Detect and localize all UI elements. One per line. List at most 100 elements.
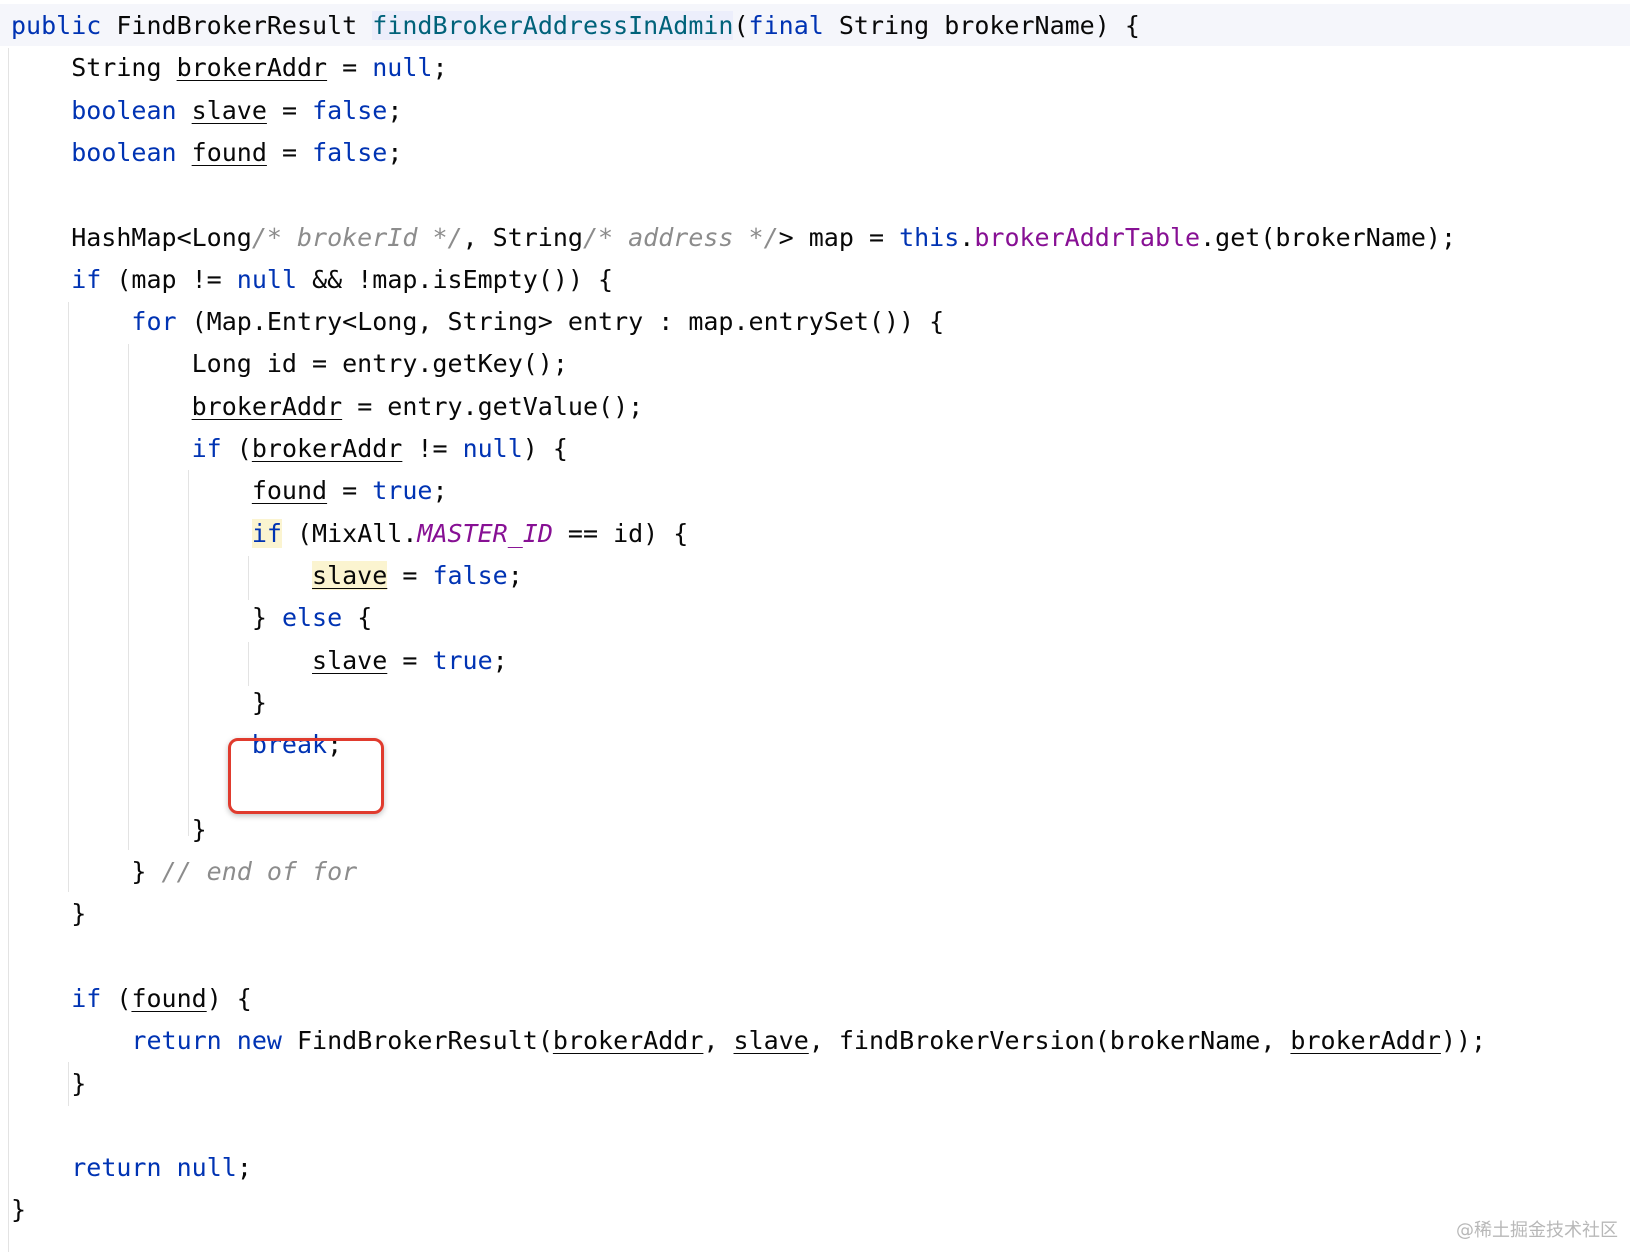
code-token: found — [191, 137, 267, 167]
code-token: } — [11, 603, 282, 633]
code-line[interactable]: brokerAddr = entry.getValue(); — [11, 385, 644, 429]
code-token: // end of for — [161, 857, 358, 886]
code-line[interactable]: return new FindBrokerResult(brokerAddr, … — [11, 1019, 1486, 1063]
code-token: false — [312, 137, 388, 167]
code-line[interactable]: } — [11, 1062, 86, 1106]
code-token: if — [191, 434, 222, 463]
code-line[interactable]: if (found) { — [11, 977, 252, 1021]
code-token: final — [748, 11, 824, 40]
code-line[interactable]: public FindBrokerResult findBrokerAddres… — [11, 4, 1140, 48]
code-token: for — [131, 307, 177, 337]
code-token: false — [432, 560, 508, 590]
code-token: ) { — [522, 434, 568, 463]
code-token: (map != — [101, 264, 237, 294]
code-token: } — [11, 1068, 87, 1098]
code-token: null — [372, 53, 433, 83]
code-token: /* brokerId */ — [251, 222, 463, 252]
code-token: brokerAddr — [1290, 1026, 1441, 1056]
code-token: if — [71, 983, 102, 1013]
code-token: Long id = entry.getKey(); — [11, 349, 568, 379]
code-token: , String — [462, 222, 583, 252]
code-token: = — [387, 645, 433, 675]
code-line[interactable]: Long id = entry.getKey(); — [11, 342, 568, 386]
code-token: } — [11, 857, 162, 886]
code-token: ( — [221, 434, 252, 463]
code-line[interactable]: } // end of for — [11, 850, 357, 894]
code-token: return — [71, 1153, 162, 1183]
code-line[interactable]: String brokerAddr = null; — [11, 46, 447, 90]
code-token: public — [11, 11, 102, 40]
code-token: /* address */ — [582, 222, 779, 252]
code-token: ( — [733, 11, 749, 40]
code-line[interactable]: slave = false; — [11, 554, 523, 598]
watermark: @稀土掘金技术社区 — [1456, 1220, 1618, 1241]
code-line[interactable]: if (brokerAddr != null) { — [11, 427, 568, 471]
code-token: = — [327, 476, 373, 506]
code-token: ; — [236, 1153, 252, 1183]
code-token: brokerAddr — [176, 53, 328, 83]
code-line[interactable]: } — [11, 681, 267, 725]
code-token: } — [11, 687, 267, 717]
code-line[interactable]: for (Map.Entry<Long, String> entry : map… — [11, 300, 944, 344]
code-token: = — [266, 95, 313, 125]
code-token: null — [236, 264, 298, 294]
annotation-highlight-box — [228, 738, 384, 814]
code-token: MASTER_ID — [417, 518, 553, 548]
code-token: = entry.getValue(); — [342, 391, 644, 421]
code-line[interactable]: } — [11, 892, 86, 936]
code-token: = — [387, 560, 433, 590]
code-token: false — [312, 95, 388, 125]
code-line[interactable]: if (MixAll.MASTER_ID == id) { — [11, 512, 688, 556]
code-token: )); — [1440, 1026, 1487, 1056]
code-token: slave — [191, 95, 267, 125]
code-token: String — [11, 53, 177, 83]
code-line[interactable]: found = true; — [11, 469, 448, 513]
code-token: { — [342, 603, 373, 633]
code-token: = — [327, 53, 373, 83]
code-line[interactable]: slave = true; — [11, 639, 508, 683]
code-token: ) { — [206, 983, 252, 1013]
code-line[interactable]: } else { — [11, 596, 372, 640]
code-token: if — [71, 264, 102, 294]
code-token: = — [266, 137, 313, 167]
code-token: findBrokerAddressInAdmin — [372, 11, 734, 40]
code-line[interactable]: } — [11, 808, 207, 852]
code-token: , — [703, 1026, 734, 1056]
code-token: , findBrokerVersion(brokerName, — [808, 1026, 1291, 1056]
code-token: && !map.isEmpty()) { — [297, 264, 614, 294]
code-token: ; — [492, 645, 508, 675]
code-token: else — [281, 603, 343, 633]
code-line[interactable]: } — [11, 1188, 26, 1232]
code-token: null — [462, 434, 523, 463]
code-line[interactable]: if (map != null && !map.isEmpty()) { — [11, 258, 613, 302]
code-token: (Map.Entry<Long, String> entry : map.ent… — [176, 307, 945, 337]
indent-guide — [8, 48, 9, 1252]
code-token: . — [959, 222, 975, 252]
code-line[interactable]: HashMap<Long/* brokerId */, String/* add… — [11, 216, 1456, 260]
code-token: ; — [387, 137, 403, 167]
code-token: null — [176, 1153, 237, 1183]
code-line[interactable]: return null; — [11, 1146, 252, 1190]
code-token: String brokerName) { — [823, 11, 1140, 40]
code-token: boolean — [71, 95, 177, 125]
code-line[interactable]: boolean found = false; — [11, 131, 402, 175]
code-token: } — [11, 1195, 27, 1225]
code-token: .get(brokerName); — [1200, 222, 1456, 252]
code-token: if — [251, 518, 282, 548]
code-token: this — [899, 222, 960, 252]
code-line[interactable]: boolean slave = false; — [11, 89, 402, 133]
